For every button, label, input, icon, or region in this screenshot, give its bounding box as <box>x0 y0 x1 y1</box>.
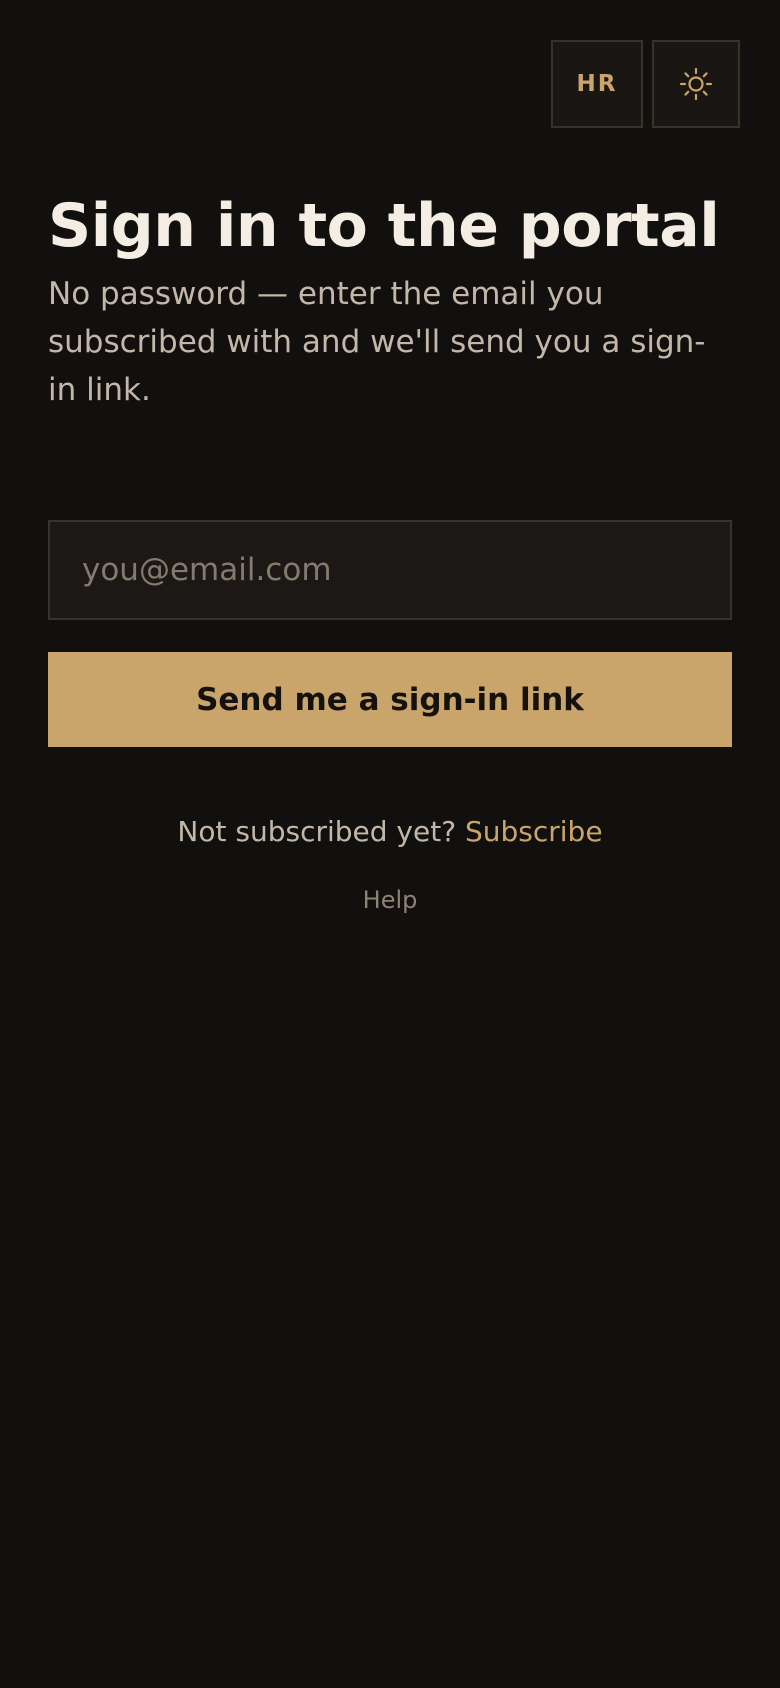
page-subtitle: No password — enter the email you subscr… <box>48 276 706 408</box>
email-field[interactable] <box>48 520 732 620</box>
subscribe-link[interactable]: Subscribe <box>465 815 603 848</box>
send-sign-in-link-button[interactable]: Send me a sign-in link <box>48 652 732 747</box>
sun-icon <box>679 67 713 101</box>
sign-in-header: Sign in to the portal No password — ente… <box>48 190 732 414</box>
theme-toggle-button[interactable] <box>652 40 740 128</box>
language-label: HR <box>576 71 618 97</box>
top-controls: HR <box>551 40 740 128</box>
language-button[interactable]: HR <box>551 40 643 128</box>
help-link[interactable]: Help <box>0 882 780 918</box>
subscribe-prompt-line: Not subscribed yet? Subscribe <box>0 810 780 854</box>
page-title: Sign in to the portal <box>48 191 720 261</box>
subscribe-prompt-text: Not subscribed yet? <box>177 815 457 848</box>
